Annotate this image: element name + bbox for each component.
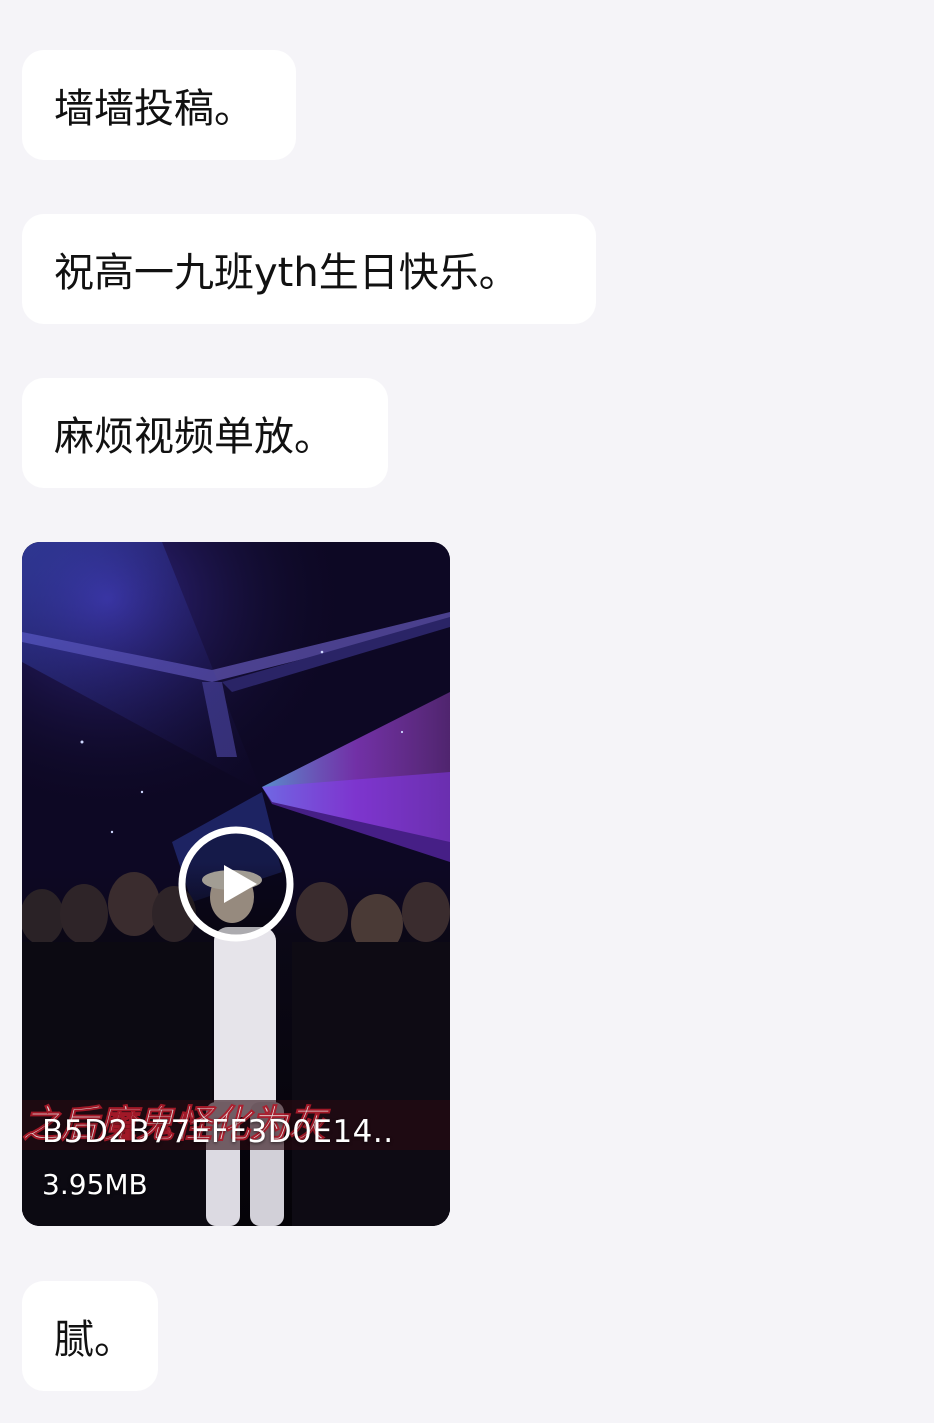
video-file-name: B5D2B77EFF3D0E14.. xyxy=(42,1114,394,1150)
message-text: 腻。 xyxy=(54,1317,134,1363)
message-text: 墙墙投稿。 xyxy=(54,86,254,132)
message-bubble[interactable]: 墙墙投稿。 xyxy=(22,50,296,160)
chat-area: 墙墙投稿。 祝高一九班yth生日快乐。 麻烦视频单放。 之后魔鬼怪化为灰 B5D… xyxy=(0,0,934,1423)
video-file-size: 3.95MB xyxy=(42,1168,148,1201)
play-circle-icon[interactable] xyxy=(177,825,295,943)
message-bubble[interactable]: 腻。 xyxy=(22,1281,158,1391)
message-bubble[interactable]: 祝高一九班yth生日快乐。 xyxy=(22,214,596,324)
message-bubble[interactable]: 麻烦视频单放。 xyxy=(22,378,388,488)
video-message[interactable]: 之后魔鬼怪化为灰 B5D2B77EFF3D0E14.. 3.95MB xyxy=(22,542,450,1226)
message-text: 麻烦视频单放。 xyxy=(54,414,334,460)
message-text: 祝高一九班yth生日快乐。 xyxy=(54,250,519,296)
